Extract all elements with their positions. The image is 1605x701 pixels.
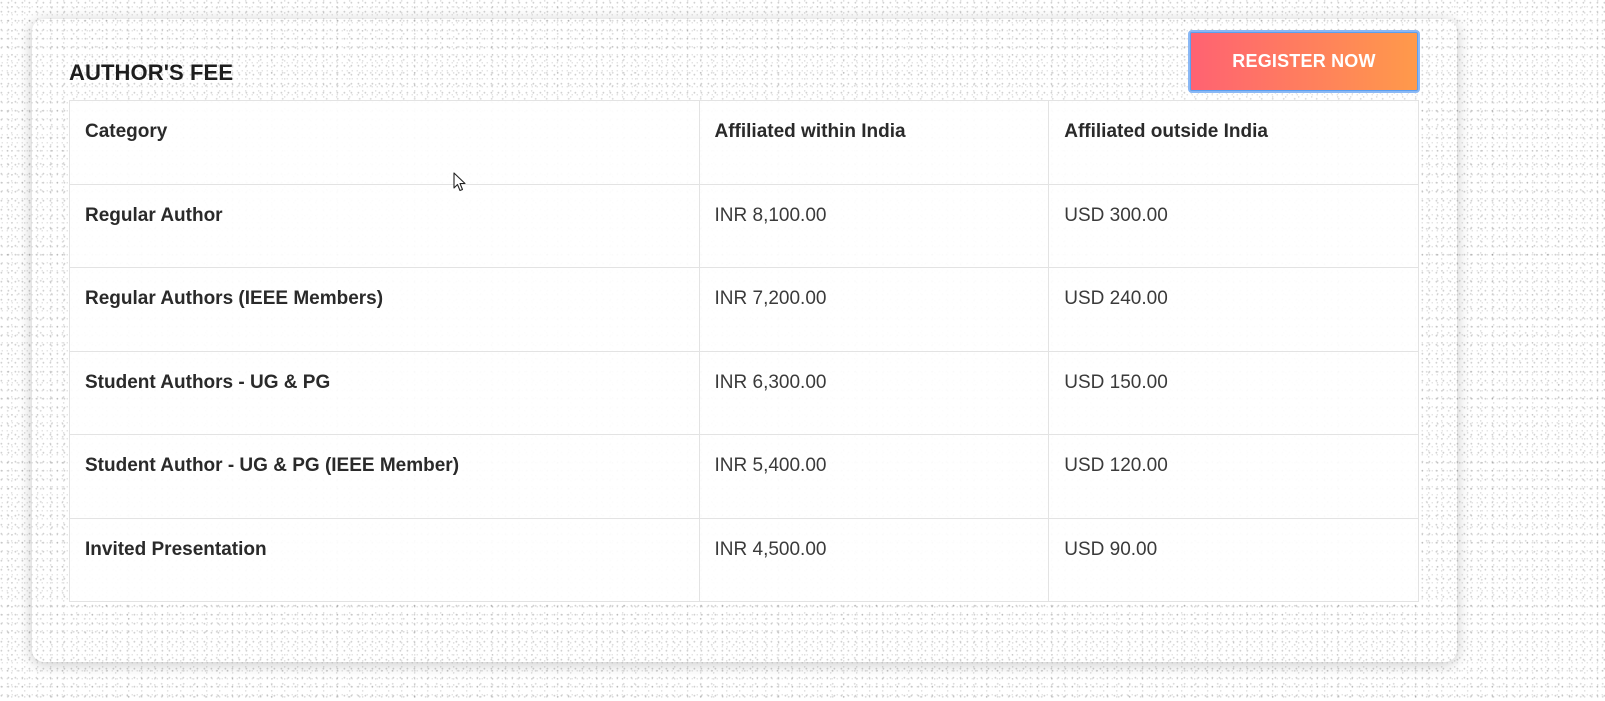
row-category: Regular Author [69,183,700,268]
row-category: Regular Authors (IEEE Members) [69,267,700,352]
row-fee-outside: USD 150.00 [1048,350,1419,435]
register-now-label: REGISTER NOW [1232,51,1376,71]
table-row: Invited Presentation INR 4,500.00 USD 90… [69,517,1419,602]
row-fee-india: INR 8,100.00 [698,183,1050,268]
table-row: Regular Authors (IEEE Members) INR 7,200… [69,267,1419,352]
row-fee-outside: USD 120.00 [1048,434,1419,519]
row-category: Student Authors - UG & PG [69,350,700,435]
row-fee-outside: USD 90.00 [1048,517,1419,602]
register-now-button[interactable]: REGISTER NOW [1188,30,1420,93]
row-fee-india: INR 4,500.00 [698,517,1050,602]
fee-table: Category Affiliated within India Affilia… [69,100,1419,602]
row-category: Invited Presentation [69,517,700,602]
table-row: Student Authors - UG & PG INR 6,300.00 U… [69,350,1419,435]
row-category: Student Author - UG & PG (IEEE Member) [69,434,700,519]
author-fee-card: AUTHOR'S FEE REGISTER NOW Category Affil… [32,19,1457,662]
header-within-india: Affiliated within India [698,100,1050,185]
header-category: Category [69,100,700,185]
row-fee-india: INR 7,200.00 [698,267,1050,352]
header-outside-india: Affiliated outside India [1048,100,1419,185]
row-fee-outside: USD 300.00 [1048,183,1419,268]
table-row: Regular Author INR 8,100.00 USD 300.00 [69,183,1419,268]
mouse-pointer-icon [453,172,466,192]
row-fee-india: INR 5,400.00 [698,434,1050,519]
table-header-row: Category Affiliated within India Affilia… [69,100,1419,185]
section-title: AUTHOR'S FEE [69,60,234,85]
row-fee-outside: USD 240.00 [1048,267,1419,352]
row-fee-india: INR 6,300.00 [698,350,1050,435]
table-row: Student Author - UG & PG (IEEE Member) I… [69,434,1419,519]
